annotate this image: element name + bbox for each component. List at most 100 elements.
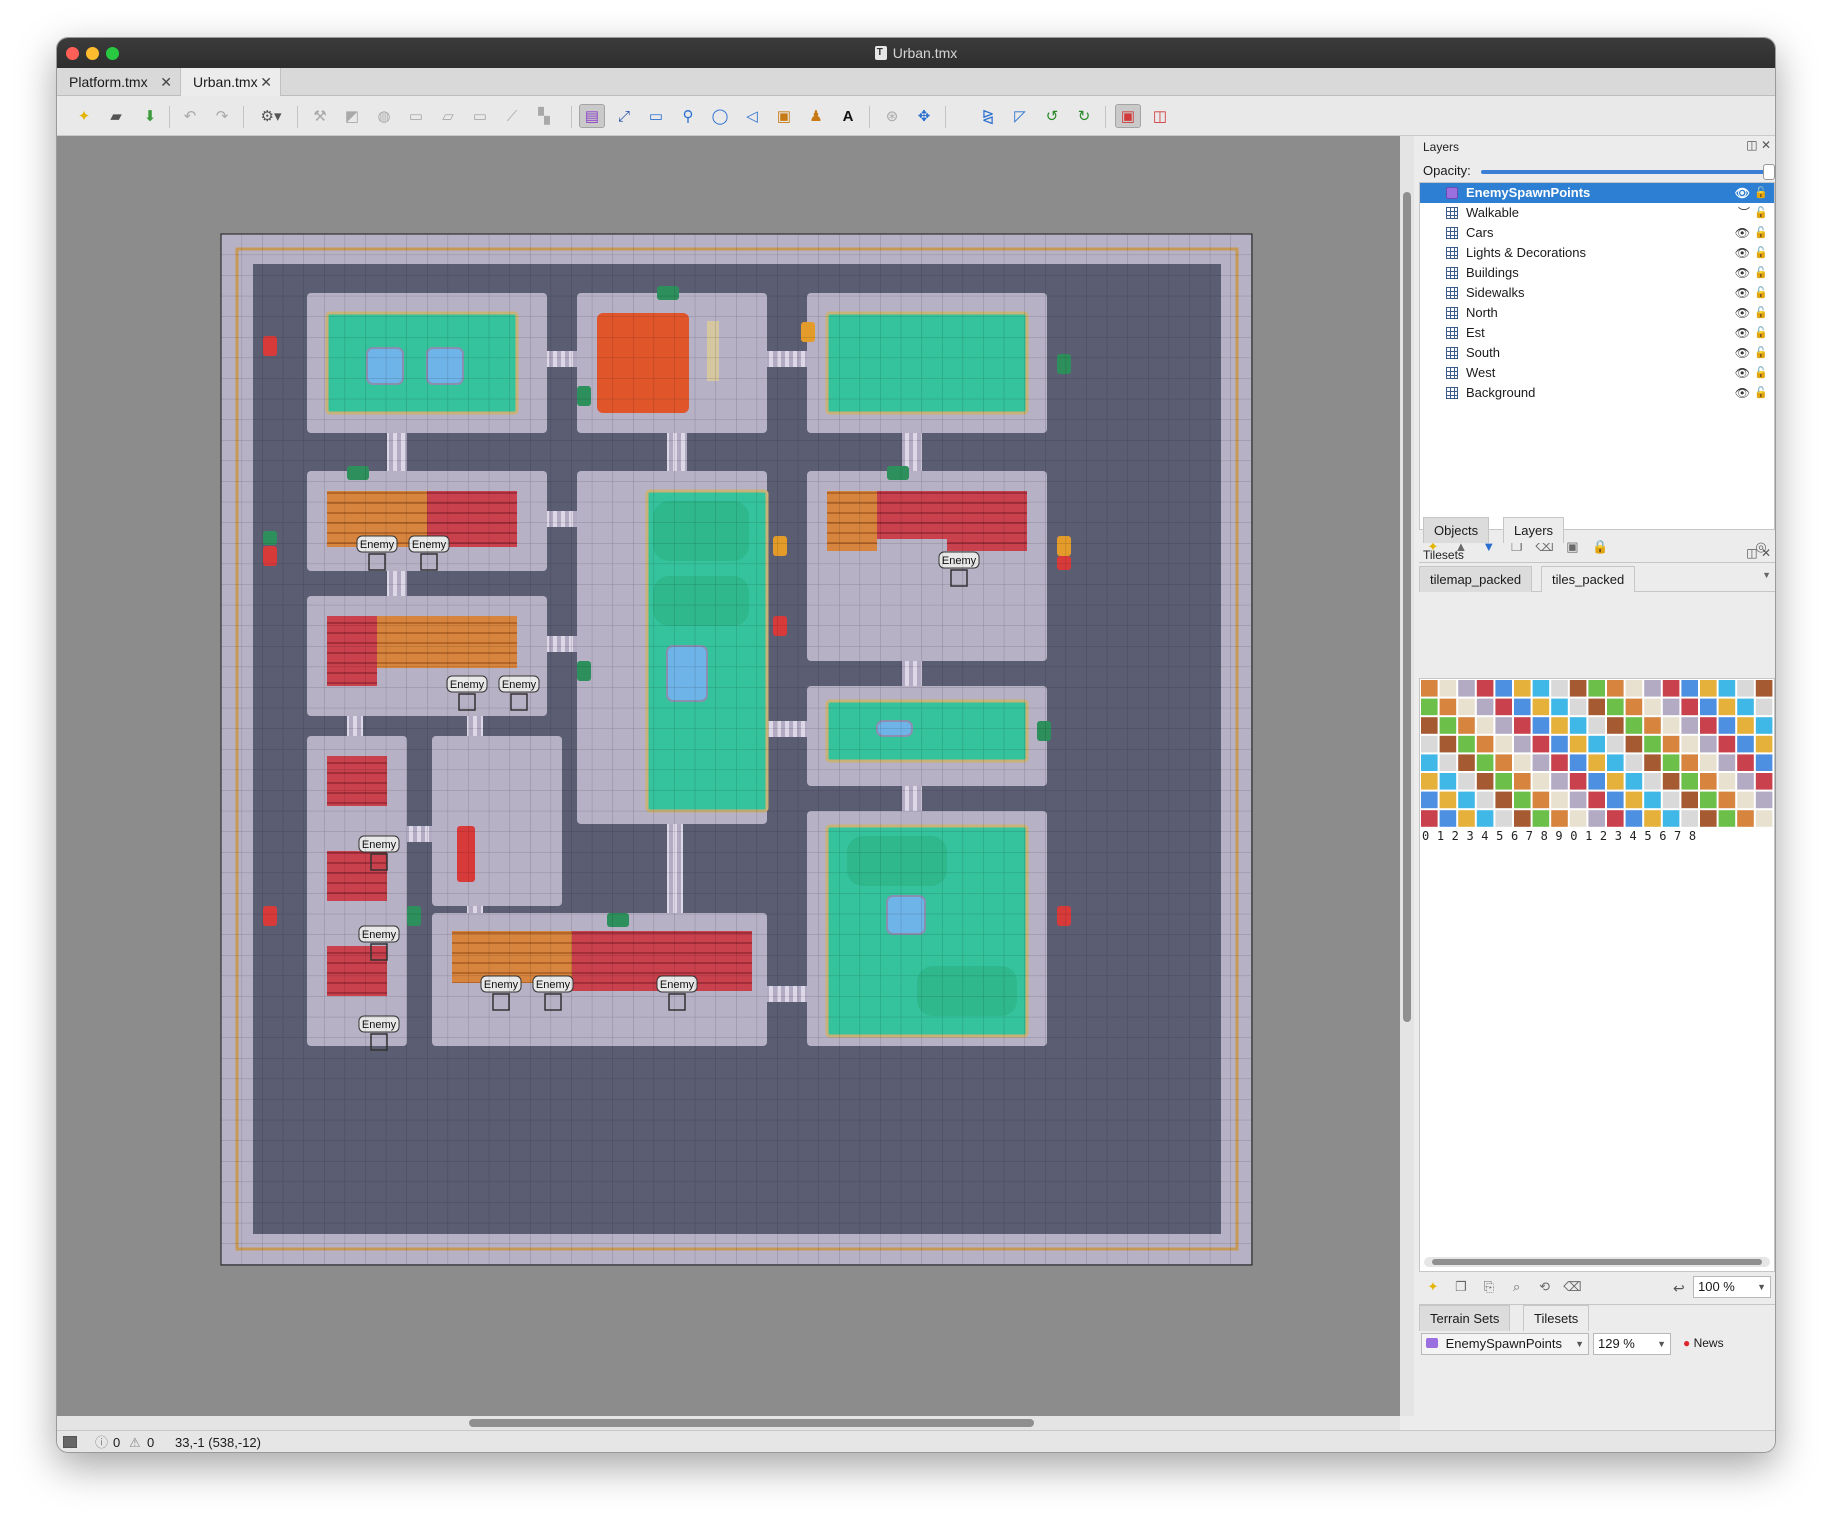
scroll-thumb[interactable]: [1432, 1259, 1762, 1265]
eye-icon[interactable]: 👁: [1735, 263, 1750, 283]
tileset-tile[interactable]: [1681, 680, 1698, 697]
tileset-tile[interactable]: [1737, 735, 1754, 753]
layer-row[interactable]: Lights & Decorations 👁 🔓: [1420, 243, 1774, 263]
flip-horizontal-icon[interactable]: ⧎: [975, 104, 1001, 128]
tileset-tile[interactable]: [1644, 680, 1661, 697]
tileset-tile[interactable]: [1569, 735, 1587, 753]
new-file-icon[interactable]: ✦: [71, 104, 97, 128]
unlock-icon[interactable]: 🔓: [1754, 343, 1768, 363]
tileset-tile[interactable]: [1476, 754, 1494, 771]
return-icon[interactable]: ↩: [1673, 1280, 1685, 1297]
new-tileset-icon[interactable]: ✦: [1423, 1274, 1443, 1300]
layer-row[interactable]: Background 👁 🔓: [1420, 383, 1774, 403]
tileset-tile[interactable]: [1532, 810, 1550, 827]
tileset-tile[interactable]: [1532, 773, 1550, 790]
tileset-tile[interactable]: [1551, 735, 1568, 753]
tileset-tile[interactable]: [1700, 698, 1717, 716]
panel-float-close-icons[interactable]: ◫ ✕: [1746, 546, 1771, 560]
tileset-tile[interactable]: [1421, 735, 1438, 753]
tileset-tile[interactable]: [1421, 773, 1438, 790]
tileset-tile[interactable]: [1569, 680, 1587, 697]
tileset-tile[interactable]: [1458, 680, 1475, 697]
tileset-tile[interactable]: [1607, 791, 1624, 809]
tileset-tile[interactable]: [1644, 735, 1661, 753]
remove-tileset-icon[interactable]: ⌫: [1562, 1274, 1582, 1300]
tileset-zoom-select[interactable]: 100 % ▼: [1693, 1276, 1771, 1298]
tileset-tile[interactable]: [1625, 680, 1643, 697]
tileset-tile[interactable]: [1755, 810, 1773, 827]
tileset-tile[interactable]: [1662, 754, 1680, 771]
tileset-tile[interactable]: [1495, 735, 1512, 753]
select-same-tile-icon[interactable]: ▚: [531, 104, 557, 128]
tileset-tile[interactable]: [1495, 810, 1512, 827]
tileset-tile[interactable]: [1681, 810, 1698, 827]
tileset-tile[interactable]: [1514, 680, 1531, 697]
tileset-tile[interactable]: [1476, 735, 1494, 753]
layer-row[interactable]: EnemySpawnPoints 👁 🔓: [1420, 183, 1774, 203]
tileset-tile[interactable]: [1607, 754, 1624, 771]
insert-tile-icon[interactable]: ▣: [771, 104, 797, 128]
unlock-icon[interactable]: 🔓: [1754, 223, 1768, 243]
tileset-tile[interactable]: [1514, 810, 1531, 827]
tileset-tile[interactable]: [1476, 791, 1494, 809]
tileset-tile[interactable]: [1737, 754, 1754, 771]
tileset-tile[interactable]: [1755, 754, 1773, 771]
tileset-tile[interactable]: [1755, 773, 1773, 790]
tileset-tile[interactable]: [1532, 735, 1550, 753]
eye-icon[interactable]: 👁: [1735, 323, 1750, 343]
unlock-icon[interactable]: 🔓: [1754, 363, 1768, 383]
tileset-tile[interactable]: [1495, 773, 1512, 790]
tileset-tile[interactable]: [1569, 773, 1587, 790]
insert-polygon-icon[interactable]: ◁: [739, 104, 765, 128]
flip-vertical-icon[interactable]: ◸: [1007, 104, 1033, 128]
magic-wand-icon[interactable]: ⟋: [499, 104, 525, 128]
tileset-tile[interactable]: [1681, 717, 1698, 734]
current-layer-select[interactable]: EnemySpawnPoints ▼: [1421, 1333, 1589, 1355]
tileset-tile[interactable]: [1551, 810, 1568, 827]
shape-fill-icon[interactable]: ▭: [403, 104, 429, 128]
eye-icon[interactable]: 👁: [1735, 383, 1750, 403]
tileset-tile[interactable]: [1458, 810, 1475, 827]
dynamic-wrapping-icon[interactable]: ⟲: [1535, 1274, 1555, 1300]
tileset-tile[interactable]: [1737, 698, 1754, 716]
tileset-tile[interactable]: [1662, 717, 1680, 734]
tileset-tile[interactable]: [1662, 680, 1680, 697]
tileset-tile[interactable]: [1718, 735, 1736, 753]
tileset-tile[interactable]: [1551, 773, 1568, 790]
tileset-tile[interactable]: [1476, 680, 1494, 697]
tileset-tile[interactable]: [1607, 698, 1624, 716]
tileset-tiles[interactable]: [1420, 679, 1775, 829]
tileset-tile[interactable]: [1625, 791, 1643, 809]
tileset-tile[interactable]: [1700, 717, 1717, 734]
map-canvas[interactable]: EnemyEnemyEnemyEnemyEnemyEnemyEnemyEnemy…: [57, 136, 1400, 1416]
eraser-icon[interactable]: ▱: [435, 104, 461, 128]
layer-row[interactable]: Sidewalks 👁 🔓: [1420, 283, 1774, 303]
tileset-tile[interactable]: [1755, 680, 1773, 697]
wang-fill-icon[interactable]: ◫: [1147, 104, 1173, 128]
tileset-tile[interactable]: [1476, 773, 1494, 790]
terrain-brush-icon[interactable]: ◩: [339, 104, 365, 128]
tileset-tile[interactable]: [1532, 717, 1550, 734]
save-file-icon[interactable]: ⬇: [137, 104, 163, 128]
unlock-icon[interactable]: 🔓: [1754, 243, 1768, 263]
tileset-tile[interactable]: [1755, 791, 1773, 809]
eye-icon[interactable]: 👁: [1735, 283, 1750, 303]
canvas-vertical-scrollbar[interactable]: [1400, 136, 1414, 1416]
tileset-tile[interactable]: [1458, 735, 1475, 753]
tileset-tile[interactable]: [1625, 810, 1643, 827]
tileset-tile[interactable]: [1421, 717, 1438, 734]
stamp-brush-icon[interactable]: ⚒: [307, 104, 333, 128]
tileset-tile[interactable]: [1662, 791, 1680, 809]
tileset-tile[interactable]: [1681, 698, 1698, 716]
unlock-icon[interactable]: 🔓: [1754, 283, 1768, 303]
unlock-icon[interactable]: 🔓: [1754, 323, 1768, 343]
tileset-tile[interactable]: [1569, 717, 1587, 734]
tileset-tile[interactable]: [1532, 680, 1550, 697]
tileset-tile[interactable]: [1588, 698, 1605, 716]
news-button[interactable]: ● News: [1683, 1336, 1724, 1350]
tileset-tile[interactable]: [1662, 773, 1680, 790]
tileset-tile[interactable]: [1588, 735, 1605, 753]
tileset-tile[interactable]: [1439, 810, 1457, 827]
tileset-tile[interactable]: [1681, 754, 1698, 771]
tileset-tile[interactable]: [1607, 735, 1624, 753]
